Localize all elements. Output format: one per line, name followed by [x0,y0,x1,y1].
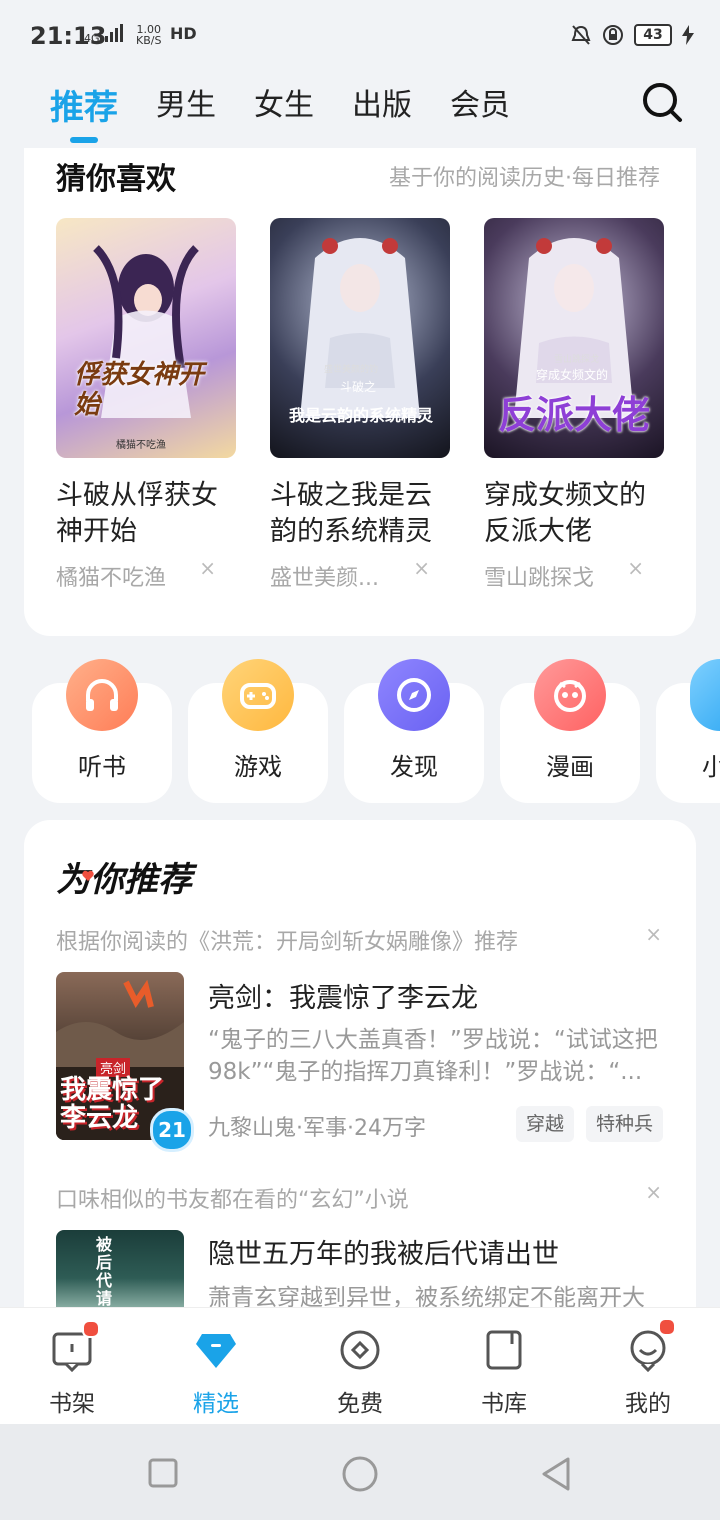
free-icon [340,1330,380,1370]
bell-muted-icon [571,25,591,45]
section-title: 为你推荐 [56,860,192,900]
book-cover[interactable]: 俘获女神开始 橘猫不吃渔 [56,218,236,458]
book-title[interactable]: 亮剑：我震惊了李云龙 [208,976,478,1015]
quick-entry-discover[interactable]: 发现 [344,659,484,803]
home-icon[interactable] [342,1456,378,1492]
tab-female[interactable]: 女生 [254,80,314,129]
quick-entry-partial[interactable]: 小 [656,659,720,803]
cover-title-text: 俘获女神开始 [74,360,205,420]
book-author: 雪山跳探戈 × [484,556,644,591]
charging-icon [682,25,694,45]
cover-author-text: 雪山跳探戈 [554,355,600,365]
heart-icon [82,870,94,881]
system-nav-bar [0,1424,720,1520]
quick-entry-label: 小 [702,753,720,781]
bottom-tab-library[interactable]: 书库 [444,1308,564,1425]
book-card[interactable]: 穿成女频文的 雪山跳探戈 反派大佬 穿成女频文的反派大佬 雪山跳探戈 × [484,218,664,592]
notification-dot [658,1318,676,1336]
book-tag[interactable]: 穿越 [516,1106,575,1142]
back-icon[interactable] [540,1456,572,1492]
tab-publish[interactable]: 出版 [352,80,412,129]
notification-dot [82,1320,100,1338]
book-title[interactable]: 穿成女频文的反派大佬 [484,478,664,550]
lock-rotation-icon [603,25,623,45]
quick-entry-comic[interactable]: 漫画 [500,659,640,803]
book-author: 橘猫不吃渔 × [56,556,216,591]
library-icon [486,1330,522,1370]
book-description: “鬼子的三八大盖真香！”罗战说：“试试这把98k”“鬼子的指挥刀真锋利！”罗战说… [208,1027,658,1085]
quick-entry-label: 游戏 [234,753,282,781]
cover-author-text: 橘猫不吃渔 [116,440,166,451]
book-card[interactable]: 斗破之 我是云韵的系统精灵 盛世美颜的钓 斗破之我是云韵的系统精灵 盛世美颜..… [270,218,450,592]
section-title: 猜你喜欢 [56,162,176,197]
bottom-tab-bookshelf[interactable]: 书架 [12,1308,132,1425]
section-subtitle: 基于你的阅读历史·每日推荐 [389,166,660,191]
book-author: 盛世美颜... × [270,556,430,591]
cover-author-text: 盛世美颜的钓 [324,365,379,375]
cover-subtitle-text: 穿成女频文的 [536,368,609,382]
bottom-tab-me[interactable]: 我的 [588,1308,708,1425]
recent-apps-icon[interactable] [148,1458,178,1488]
quick-entry-label: 听书 [78,753,126,781]
comic-face-icon [534,659,606,731]
update-count-badge: 21 [150,1108,194,1152]
bottom-nav: 书架 精选 免费 书库 我的 [0,1307,720,1425]
book-title[interactable]: 斗破之我是云韵的系统精灵 [270,478,450,550]
quick-entry-listen[interactable]: 听书 [32,659,172,803]
book-meta: 九黎山鬼·军事·24万字 [208,1116,426,1141]
cover-illustration [93,245,199,418]
bottom-tab-free[interactable]: 免费 [300,1308,420,1425]
book-cover[interactable]: 被后代请 [56,1230,184,1310]
book-cover[interactable]: 斗破之 我是云韵的系统精灵 盛世美颜的钓 [270,218,450,458]
book-title[interactable]: 斗破从俘获女神开始 [56,478,236,550]
active-tab-indicator [70,137,98,143]
signal-icon [105,24,124,42]
guess-you-like-card: 猜你喜欢 基于你的阅读历史·每日推荐 俘获女神开始 橘猫不吃渔 斗破从俘获女神开… [24,148,696,636]
cover-title-text: 反派大佬 [497,393,650,437]
cover-subtitle-text: 斗破之 [340,380,377,394]
bell-icon [690,659,720,731]
tab-male[interactable]: 男生 [156,80,216,129]
hd-indicator: HD [170,24,197,43]
recommend-reason: 口味相似的书友都在看的“玄幻”小说 × [56,1180,662,1213]
tab-recommend[interactable]: 推荐 [50,80,118,143]
tab-member[interactable]: 会员 [450,80,510,129]
battery-level: 43 [634,24,672,46]
dismiss-icon[interactable]: × [645,922,662,946]
network-speed: 1.00 KB/S [136,23,162,47]
book-tag[interactable]: 特种兵 [586,1106,664,1142]
quick-entry-game[interactable]: 游戏 [188,659,328,803]
dismiss-icon[interactable]: × [413,556,430,580]
search-icon[interactable] [640,80,684,124]
dismiss-icon[interactable]: × [627,556,644,580]
book-description: 萧青玄穿越到异世，被系统绑定不能离开大 [208,1285,645,1308]
recommend-reason: 根据你阅读的《洪荒：开局剑斩女娲雕像》推荐 × [56,922,662,955]
status-bar: 21:13 4G 1.00 KB/S HD 43 [0,0,720,72]
book-title[interactable]: 隐世五万年的我被后代请出世 [208,1232,559,1271]
top-tabs: 推荐 男生 女生 出版 会员 [0,72,720,148]
cover-title-text: 我是云韵的系统精灵 [288,406,433,425]
book-card[interactable]: 俘获女神开始 橘猫不吃渔 斗破从俘获女神开始 橘猫不吃渔 × [56,218,236,592]
gamepad-icon [222,659,294,731]
book-cover[interactable]: 穿成女频文的 雪山跳探戈 反派大佬 [484,218,664,458]
dismiss-icon[interactable]: × [199,556,216,580]
headphones-icon [66,659,138,731]
quick-entry-label: 发现 [390,753,438,781]
compass-icon [378,659,450,731]
cover-title-text: 被后代请 [96,1235,113,1308]
bottom-tab-featured[interactable]: 精选 [156,1308,276,1425]
dismiss-icon[interactable]: × [645,1180,662,1204]
network-indicator: 4G [84,24,127,44]
quick-entry-label: 漫画 [546,753,594,781]
recommend-card: 为你推荐 根据你阅读的《洪荒：开局剑斩女娲雕像》推荐 × 亮剑 我震惊了李云龙 2… [24,820,696,1340]
diamond-icon [196,1334,236,1368]
